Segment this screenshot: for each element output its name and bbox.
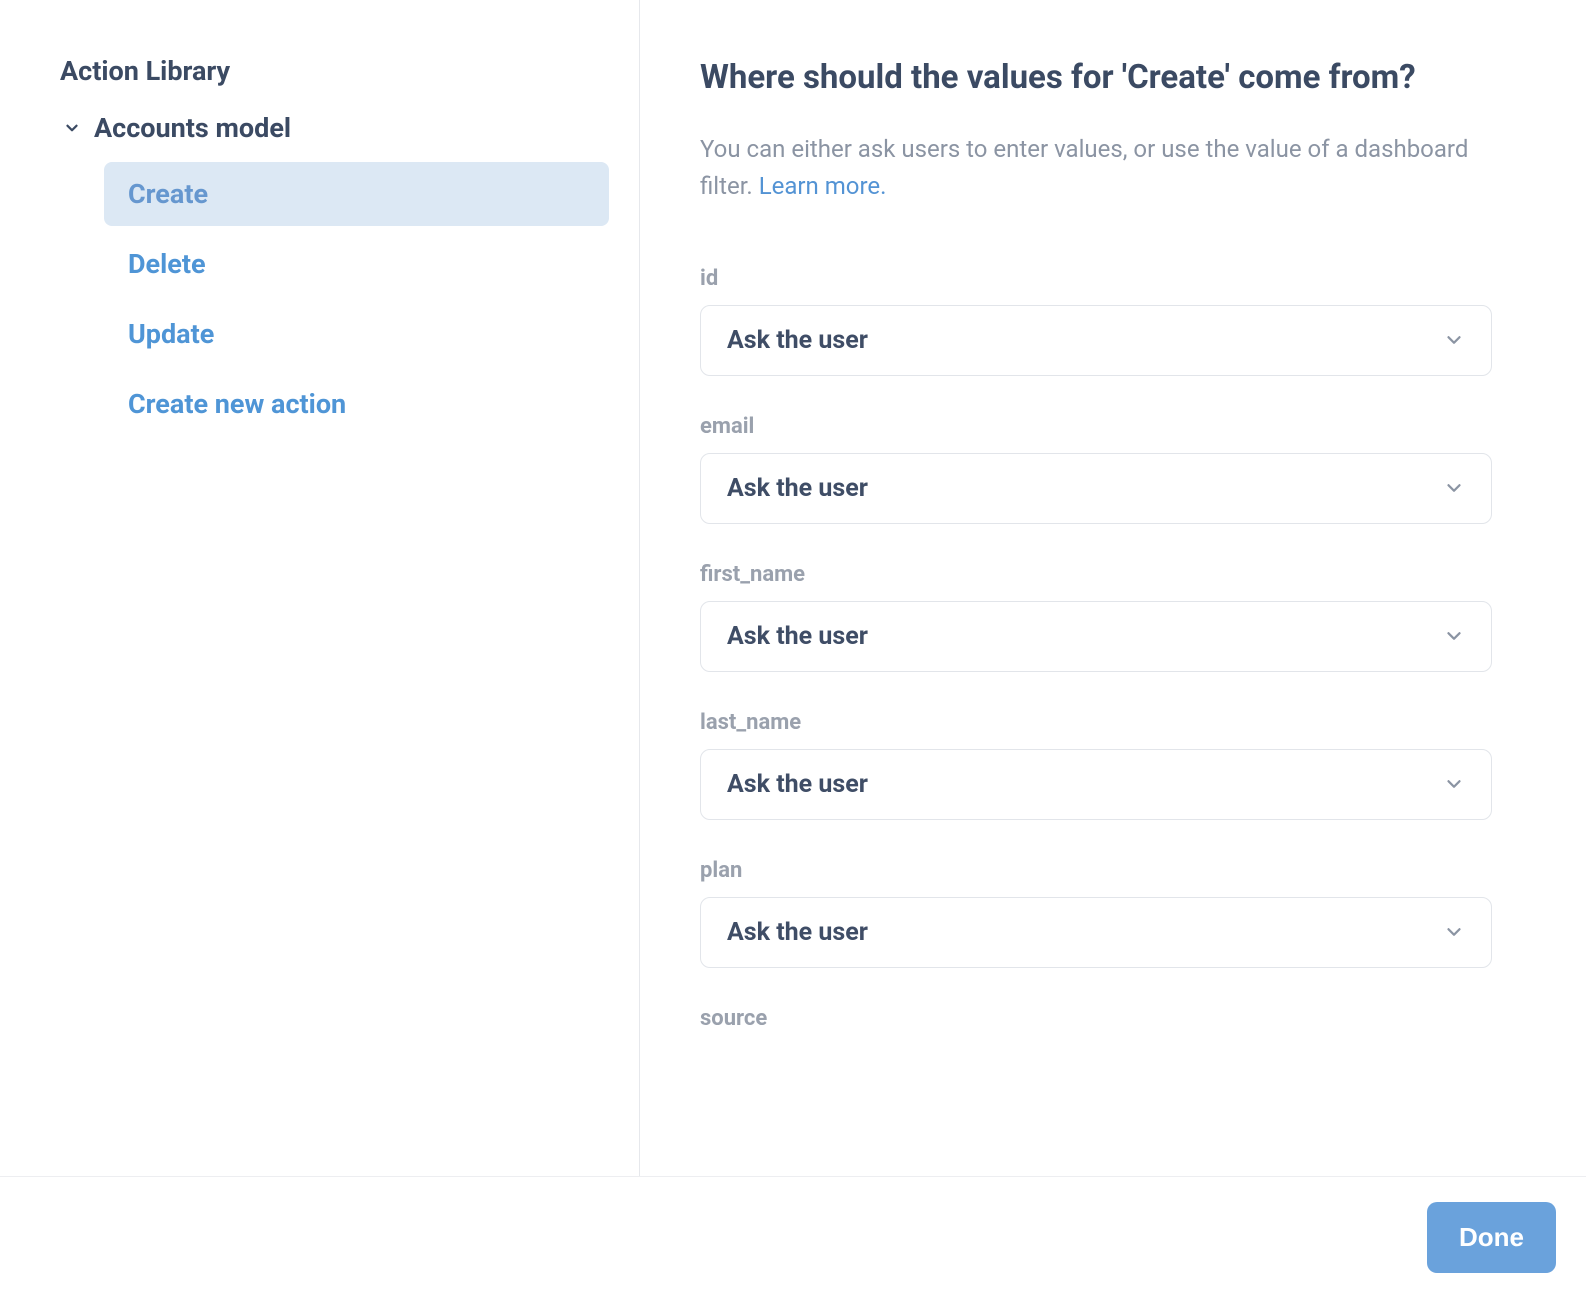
select-value: Ask the user bbox=[727, 326, 868, 355]
action-list: Create Delete Update Create new action bbox=[60, 162, 609, 436]
chevron-down-icon bbox=[1443, 477, 1465, 499]
sidebar-item-label: Create bbox=[128, 178, 208, 210]
field-group-plan: plan Ask the user bbox=[700, 858, 1492, 968]
page-description: You can either ask users to enter values… bbox=[700, 131, 1492, 205]
sidebar-item-update[interactable]: Update bbox=[104, 302, 609, 366]
field-label: source bbox=[700, 1006, 1492, 1031]
select-value: Ask the user bbox=[727, 622, 868, 651]
chevron-down-icon bbox=[62, 118, 82, 138]
sidebar-item-label: Create new action bbox=[128, 388, 346, 420]
footer: Done bbox=[0, 1176, 1586, 1298]
field-label: email bbox=[700, 414, 1492, 439]
sidebar-title: Action Library bbox=[60, 55, 609, 87]
select-email[interactable]: Ask the user bbox=[700, 453, 1492, 524]
field-label: id bbox=[700, 266, 1492, 291]
done-button[interactable]: Done bbox=[1427, 1202, 1556, 1273]
field-label: first_name bbox=[700, 562, 1492, 587]
model-toggle[interactable]: Accounts model bbox=[60, 112, 609, 144]
sidebar-item-label: Delete bbox=[128, 248, 206, 280]
select-value: Ask the user bbox=[727, 474, 868, 503]
select-last-name[interactable]: Ask the user bbox=[700, 749, 1492, 820]
sidebar-item-create-new-action[interactable]: Create new action bbox=[104, 372, 609, 436]
field-group-first-name: first_name Ask the user bbox=[700, 562, 1492, 672]
learn-more-link[interactable]: Learn more. bbox=[759, 172, 887, 200]
sidebar-item-delete[interactable]: Delete bbox=[104, 232, 609, 296]
select-id[interactable]: Ask the user bbox=[700, 305, 1492, 376]
chevron-down-icon bbox=[1443, 773, 1465, 795]
field-label: plan bbox=[700, 858, 1492, 883]
select-value: Ask the user bbox=[727, 770, 868, 799]
main-panel: Where should the values for 'Create' com… bbox=[640, 0, 1552, 1298]
chevron-down-icon bbox=[1443, 625, 1465, 647]
select-value: Ask the user bbox=[727, 918, 868, 947]
select-plan[interactable]: Ask the user bbox=[700, 897, 1492, 968]
field-group-source: source bbox=[700, 1006, 1492, 1031]
sidebar-item-create[interactable]: Create bbox=[104, 162, 609, 226]
chevron-down-icon bbox=[1443, 921, 1465, 943]
field-group-last-name: last_name Ask the user bbox=[700, 710, 1492, 820]
field-group-id: id Ask the user bbox=[700, 266, 1492, 376]
sidebar-item-label: Update bbox=[128, 318, 214, 350]
field-group-email: email Ask the user bbox=[700, 414, 1492, 524]
chevron-down-icon bbox=[1443, 329, 1465, 351]
field-label: last_name bbox=[700, 710, 1492, 735]
model-name: Accounts model bbox=[94, 112, 291, 144]
page-title: Where should the values for 'Create' com… bbox=[700, 55, 1492, 101]
select-first-name[interactable]: Ask the user bbox=[700, 601, 1492, 672]
sidebar: Action Library Accounts model Create Del… bbox=[0, 0, 640, 1298]
